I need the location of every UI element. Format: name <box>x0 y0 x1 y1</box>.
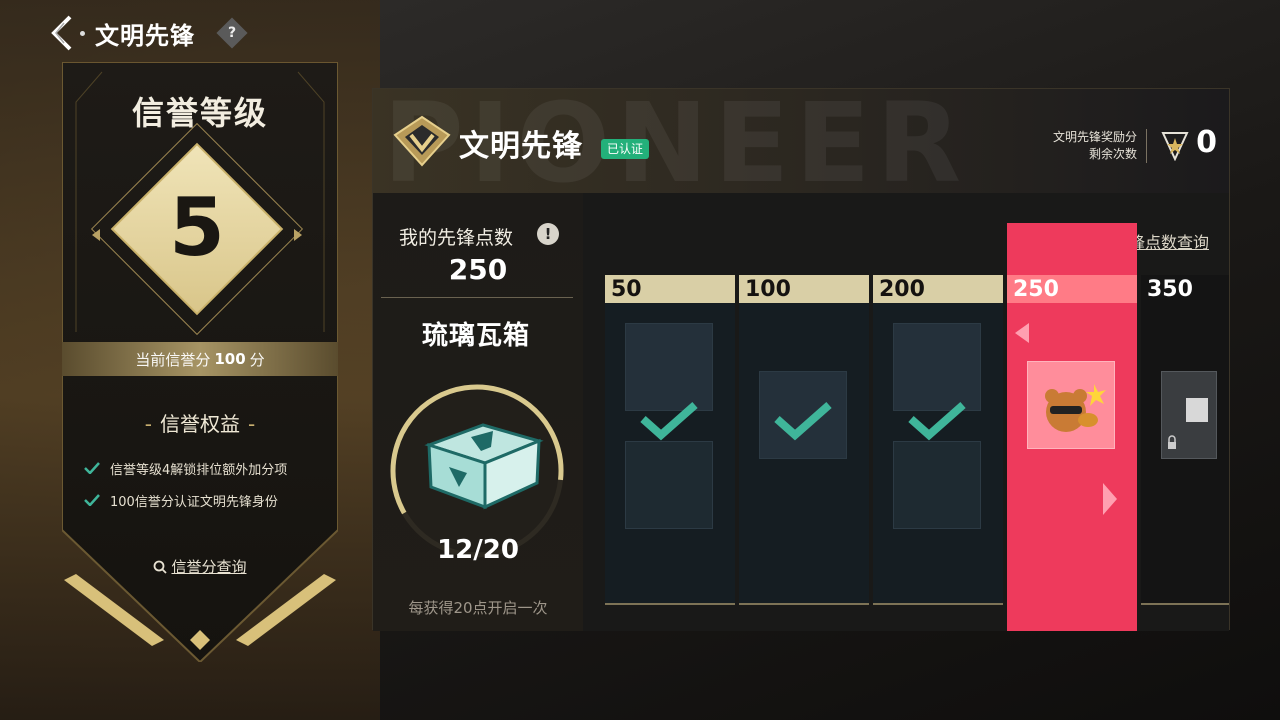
reward-tile[interactable] <box>893 441 981 529</box>
track-tier-50[interactable]: 50 <box>605 275 735 605</box>
left-arrow-deco-icon <box>92 229 100 241</box>
track-tier-100[interactable]: 100 <box>739 275 869 605</box>
rights-item-label: 100信誉分认证文明先锋身份 <box>110 494 278 510</box>
reward-track: 文明先锋点数查询 50 100 200 250 350 <box>583 193 1229 631</box>
pioneer-emblem-icon <box>393 115 451 167</box>
verified-badge: 已认证 <box>601 139 650 159</box>
tier-points-label: 200 <box>873 275 1003 303</box>
check-icon <box>908 402 966 441</box>
rights-heading: - 信誉权益 - <box>62 408 338 437</box>
search-icon <box>154 560 168 574</box>
info-icon[interactable]: ! <box>537 223 559 245</box>
reward-tile[interactable] <box>625 441 713 529</box>
my-points-value: 250 <box>448 253 508 286</box>
track-tier-200[interactable]: 200 <box>873 275 1003 605</box>
main-title: 文明先锋 <box>459 129 583 164</box>
page-title: 文明先锋 <box>95 21 195 50</box>
reward-info-line2: 剩余次数 <box>1088 147 1137 161</box>
reward-divider <box>1146 129 1147 163</box>
title-dot <box>80 30 85 36</box>
triangle-deco-icon <box>1015 323 1029 343</box>
tier-points-label: 100 <box>739 275 869 303</box>
current-score-bar: 当前信誉分 100 分 <box>62 342 338 376</box>
rights-item: 信誉等级4解锁排位额外加分项 <box>84 452 334 484</box>
tier-points-label: 350 <box>1141 275 1229 303</box>
score-prefix: 当前信誉分 <box>135 350 211 369</box>
help-icon[interactable]: ? <box>216 17 248 49</box>
score-value: 100 <box>214 350 246 368</box>
deco-dot-icon: - <box>144 412 152 436</box>
chest-icon[interactable] <box>411 415 551 515</box>
rights-list: 信誉等级4解锁排位额外加分项 100信誉分认证文明先锋身份 <box>84 452 334 516</box>
track-tier-250-current[interactable]: 250 <box>1007 223 1137 631</box>
track-tier-350-locked[interactable]: 350 <box>1141 275 1229 605</box>
reward-info-line1: 文明先锋奖励分 <box>1052 130 1137 144</box>
check-icon <box>640 402 698 441</box>
my-points-label: 我的先锋点数 <box>399 227 514 249</box>
back-arrow-icon[interactable] <box>44 13 78 53</box>
triangle-deco-icon <box>1103 483 1117 515</box>
reward-count: 0 <box>1196 125 1217 160</box>
check-icon <box>84 462 100 474</box>
bear-sticker-icon <box>1045 384 1106 432</box>
credit-query-label: 信誉分查询 <box>171 558 247 576</box>
reward-tile[interactable] <box>625 323 713 411</box>
credit-level-value: 5 <box>169 181 225 274</box>
deco-dot-icon: - <box>248 412 256 436</box>
locked-reward-tile[interactable] <box>1161 371 1217 459</box>
right-arrow-deco-icon <box>294 229 302 241</box>
score-suffix: 分 <box>249 350 265 369</box>
lock-icon <box>1168 398 1208 449</box>
main-header: PIONEER 文明先锋 已认证 文明先锋奖励分 剩余次数 0 <box>373 89 1229 193</box>
bear-reward-tile[interactable] <box>1027 361 1115 449</box>
reward-info: 文明先锋奖励分 剩余次数 <box>1053 129 1137 163</box>
rights-item-label: 信誉等级4解锁排位额外加分项 <box>110 462 288 478</box>
credit-query-link[interactable]: 信誉分查询 <box>62 556 338 577</box>
top-bar: 文明先锋 ? <box>44 10 248 56</box>
box-name: 琉璃瓦箱 <box>421 321 530 351</box>
box-progress-text: 12/20 <box>437 535 519 565</box>
check-icon <box>84 494 100 506</box>
rights-item: 100信誉分认证文明先锋身份 <box>84 484 334 516</box>
points-column: 我的先锋点数 ! 250 琉璃瓦箱 12/20 每获得20点开启一次 <box>373 193 583 631</box>
check-icon <box>774 402 832 441</box>
tier-points-label: 50 <box>605 275 735 303</box>
pioneer-badge-icon <box>1161 132 1189 161</box>
main-panel: PIONEER 文明先锋 已认证 文明先锋奖励分 剩余次数 0 我的先锋点数 !… <box>372 88 1230 631</box>
points-divider <box>381 297 573 298</box>
rights-title-label: 信誉权益 <box>160 412 240 436</box>
box-progress-hint: 每获得20点开启一次 <box>408 599 548 617</box>
reward-tile[interactable] <box>893 323 981 411</box>
tier-points-label: 250 <box>1007 275 1137 303</box>
